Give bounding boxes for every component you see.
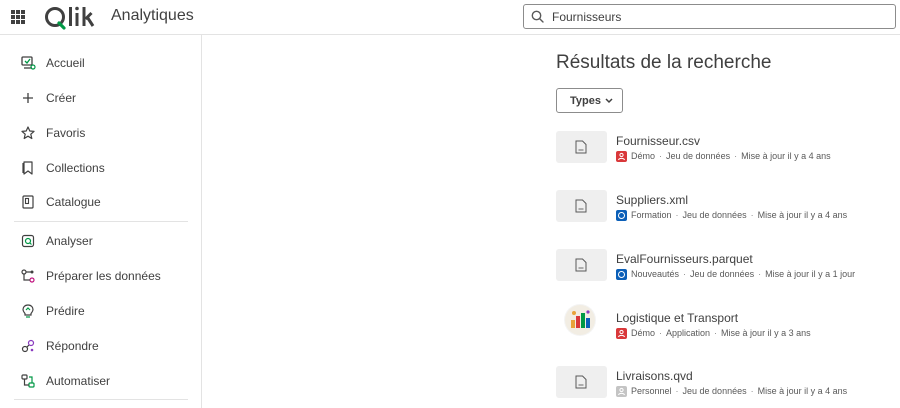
automate-icon bbox=[21, 374, 35, 388]
sidebar-item-label: Collections bbox=[46, 161, 105, 175]
sidebar-item-label: Automatiser bbox=[46, 374, 111, 388]
sidebar-item-creer[interactable]: Créer bbox=[0, 83, 201, 113]
result-meta: Formation · Jeu de données · Mise à jour… bbox=[616, 209, 847, 221]
result-type: Jeu de données bbox=[682, 386, 747, 396]
search-result-item[interactable]: Suppliers.xml Formation · Jeu de données… bbox=[556, 190, 896, 226]
result-space: Démo bbox=[631, 151, 656, 161]
file-icon bbox=[575, 140, 587, 154]
star-icon bbox=[21, 126, 35, 140]
sidebar: Accueil Créer Favoris Collections Catalo… bbox=[0, 35, 202, 408]
result-space: Nouveautés bbox=[631, 269, 680, 279]
result-thumbnail bbox=[556, 190, 607, 222]
result-title: EvalFournisseurs.parquet bbox=[616, 252, 753, 266]
result-thumbnail bbox=[556, 366, 607, 398]
sidebar-item-label: Catalogue bbox=[46, 195, 101, 209]
result-title: Suppliers.xml bbox=[616, 193, 689, 207]
file-icon bbox=[575, 199, 587, 213]
search-field[interactable] bbox=[523, 4, 896, 29]
sidebar-item-label: Analyser bbox=[46, 234, 93, 248]
result-updated: Mise à jour il y a 4 ans bbox=[741, 151, 831, 161]
sidebar-item-label: Accueil bbox=[46, 56, 85, 70]
result-meta: Personnel · Jeu de données · Mise à jour… bbox=[616, 385, 847, 397]
meta-separator: · bbox=[750, 210, 754, 220]
search-icon bbox=[531, 10, 544, 23]
search-result-item[interactable]: Logistique et Transport Démo · Applicati… bbox=[556, 304, 896, 344]
types-filter-button[interactable]: Types bbox=[556, 88, 623, 113]
search-result-item[interactable]: Livraisons.qvd Personnel · Jeu de donnée… bbox=[556, 366, 896, 402]
sidebar-item-label: Favoris bbox=[46, 126, 86, 140]
result-type: Jeu de données bbox=[666, 151, 731, 161]
result-updated: Mise à jour il y a 1 jour bbox=[765, 269, 856, 279]
app-thumbnail bbox=[564, 304, 596, 336]
types-button-label: Types bbox=[570, 95, 601, 107]
search-input[interactable] bbox=[552, 7, 882, 26]
sidebar-item-automatiser[interactable]: Automatiser bbox=[0, 366, 201, 396]
chevron-down-icon bbox=[605, 98, 613, 104]
sidebar-item-repondre[interactable]: Répondre bbox=[0, 331, 201, 361]
result-meta: Démo · Application · Mise à jour il y a … bbox=[616, 327, 811, 339]
result-title: Logistique et Transport bbox=[616, 311, 739, 325]
sidebar-item-label: Préparer les données bbox=[46, 269, 161, 283]
file-icon bbox=[575, 375, 587, 389]
meta-separator: · bbox=[683, 269, 687, 279]
qlik-logo[interactable] bbox=[44, 4, 100, 30]
result-title: Fournisseur.csv bbox=[616, 134, 701, 148]
result-meta: Démo · Jeu de données · Mise à jour il y… bbox=[616, 150, 831, 162]
sidebar-item-accueil[interactable]: Accueil bbox=[0, 48, 201, 78]
search-result-item[interactable]: Fournisseur.csv Démo · Jeu de données · … bbox=[556, 131, 896, 167]
space-badge-icon bbox=[616, 327, 627, 339]
result-updated: Mise à jour il y a 3 ans bbox=[721, 328, 811, 338]
result-space: Démo bbox=[631, 328, 656, 338]
sidebar-divider bbox=[14, 399, 188, 400]
space-badge-icon bbox=[616, 209, 627, 221]
meta-separator: · bbox=[734, 151, 738, 161]
sidebar-item-collections[interactable]: Collections bbox=[0, 153, 201, 183]
meta-separator: · bbox=[714, 328, 718, 338]
sidebar-item-label: Répondre bbox=[46, 339, 99, 353]
space-badge-icon bbox=[616, 150, 627, 162]
analyze-icon bbox=[21, 234, 35, 248]
sidebar-item-predire[interactable]: Prédire bbox=[0, 296, 201, 326]
result-type: Jeu de données bbox=[690, 269, 755, 279]
plus-icon bbox=[23, 93, 33, 103]
catalog-icon bbox=[22, 195, 34, 209]
space-badge-icon bbox=[616, 268, 627, 280]
result-space: Formation bbox=[631, 210, 672, 220]
app-launcher-icon[interactable] bbox=[11, 10, 25, 24]
search-result-item[interactable]: EvalFournisseurs.parquet Nouveautés · Je… bbox=[556, 249, 896, 285]
top-bar: Analytiques bbox=[0, 0, 900, 35]
meta-separator: · bbox=[659, 328, 663, 338]
sidebar-item-analyser[interactable]: Analyser bbox=[0, 226, 201, 256]
meta-separator: · bbox=[675, 386, 679, 396]
result-type: Application bbox=[666, 328, 711, 338]
sidebar-item-label: Prédire bbox=[46, 304, 85, 318]
result-thumbnail bbox=[556, 249, 607, 281]
home-icon bbox=[21, 56, 36, 70]
result-updated: Mise à jour il y a 4 ans bbox=[757, 386, 848, 396]
prepare-data-icon bbox=[21, 269, 35, 283]
file-icon bbox=[575, 258, 587, 272]
sidebar-item-favoris[interactable]: Favoris bbox=[0, 118, 201, 148]
sidebar-item-label: Créer bbox=[46, 91, 77, 105]
space-badge-icon bbox=[616, 385, 627, 397]
result-title: Livraisons.qvd bbox=[616, 369, 693, 383]
answer-icon bbox=[21, 339, 35, 353]
result-meta: Nouveautés · Jeu de données · Mise à jou… bbox=[616, 268, 855, 280]
meta-separator: · bbox=[758, 269, 762, 279]
bookmark-icon bbox=[22, 161, 33, 175]
result-type: Jeu de données bbox=[682, 210, 747, 220]
predict-icon bbox=[22, 304, 34, 318]
sidebar-item-preparer[interactable]: Préparer les données bbox=[0, 261, 201, 291]
result-thumbnail bbox=[556, 131, 607, 163]
meta-separator: · bbox=[750, 386, 754, 396]
result-space: Personnel bbox=[631, 386, 672, 396]
sidebar-item-catalogue[interactable]: Catalogue bbox=[0, 187, 201, 217]
meta-separator: · bbox=[659, 151, 663, 161]
meta-separator: · bbox=[675, 210, 679, 220]
sidebar-divider bbox=[14, 221, 188, 222]
result-updated: Mise à jour il y a 4 ans bbox=[757, 210, 848, 220]
app-name: Analytiques bbox=[111, 7, 194, 24]
page-title: Résultats de la recherche bbox=[556, 52, 772, 73]
